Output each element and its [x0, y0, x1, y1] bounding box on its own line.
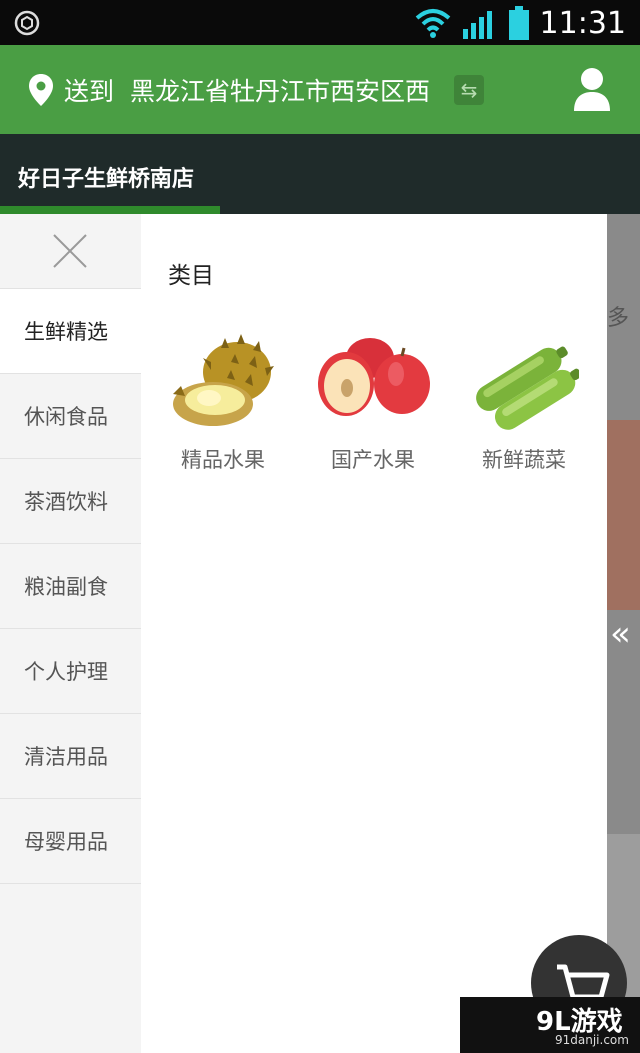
store-tab-indicator: [0, 206, 220, 214]
sidebar-item-cleaning[interactable]: 清洁用品: [0, 714, 141, 799]
sidebar-item-label: 生鲜精选: [24, 320, 108, 344]
watermark-url: 91danji.com: [555, 1033, 629, 1047]
subcategory-fresh-vegetables[interactable]: 新鲜蔬菜: [464, 334, 584, 474]
category-heading: 类目: [168, 263, 214, 289]
sidebar-item-label: 休闲食品: [24, 405, 108, 429]
location-pin-icon[interactable]: [28, 73, 54, 107]
header-bar: 送到 黑龙江省牡丹江市西安区西 ⇆: [0, 45, 640, 134]
sidebar-item-label: 茶酒饮料: [24, 490, 108, 514]
sidebar-item-grain-oil[interactable]: 粮油副食: [0, 544, 141, 629]
more-text: 多: [607, 306, 630, 331]
signal-icon: [462, 11, 492, 39]
sidebar-item-personal-care[interactable]: 个人护理: [0, 629, 141, 714]
durian-icon: [173, 334, 274, 426]
store-name[interactable]: 好日子生鲜桥南店: [18, 161, 194, 193]
sidebar-item-label: 个人护理: [24, 660, 108, 684]
category-drawer: 生鲜精选 休闲食品 茶酒饮料 粮油副食 个人护理 清洁用品 母婴用品 类目 精品…: [0, 214, 607, 1053]
sidebar-item-drinks[interactable]: 茶酒饮料: [0, 459, 141, 544]
wifi-icon: [415, 9, 450, 38]
category-sidebar: 生鲜精选 休闲食品 茶酒饮料 粮油副食 个人护理 清洁用品 母婴用品: [0, 214, 141, 1053]
settings-circle-icon: [14, 10, 40, 36]
sidebar-item-fresh[interactable]: 生鲜精选: [0, 289, 141, 374]
battery-icon: [508, 6, 529, 40]
subcategory-premium-fruit[interactable]: 精品水果: [163, 334, 283, 474]
subcategory-domestic-fruit[interactable]: 国产水果: [313, 334, 433, 474]
subcategory-label: 国产水果: [331, 448, 415, 472]
delivery-address[interactable]: 黑龙江省牡丹江市西安区西: [130, 72, 438, 108]
swap-icon[interactable]: ⇆: [454, 75, 484, 105]
subcategory-label: 精品水果: [181, 448, 265, 472]
sidebar-item-baby[interactable]: 母婴用品: [0, 799, 141, 884]
status-bar: 11:31: [0, 0, 640, 45]
close-button[interactable]: [0, 214, 141, 289]
subcategory-label: 新鲜蔬菜: [482, 448, 566, 472]
deliver-prefix: 送到: [64, 77, 115, 106]
sidebar-item-label: 母婴用品: [24, 830, 108, 854]
apple-icon: [318, 338, 430, 416]
sidebar-item-label: 清洁用品: [24, 745, 108, 769]
background-page: 多 «: [607, 214, 640, 1053]
sidebar-item-label: 粮油副食: [24, 575, 108, 599]
watermark: 9L游戏 91danji.com: [460, 997, 640, 1053]
background-image: [607, 420, 640, 610]
collapse-drawer-icon[interactable]: «: [610, 614, 631, 654]
category-content: 类目 精品水果 国产水果 新鲜蔬菜: [141, 214, 607, 1053]
user-icon[interactable]: [572, 67, 612, 111]
close-icon[interactable]: [52, 233, 88, 269]
sidebar-item-snacks[interactable]: 休闲食品: [0, 374, 141, 459]
clock: 11:31: [539, 5, 626, 41]
zucchini-icon: [476, 346, 579, 430]
store-tab-bar: 好日子生鲜桥南店: [0, 134, 640, 214]
